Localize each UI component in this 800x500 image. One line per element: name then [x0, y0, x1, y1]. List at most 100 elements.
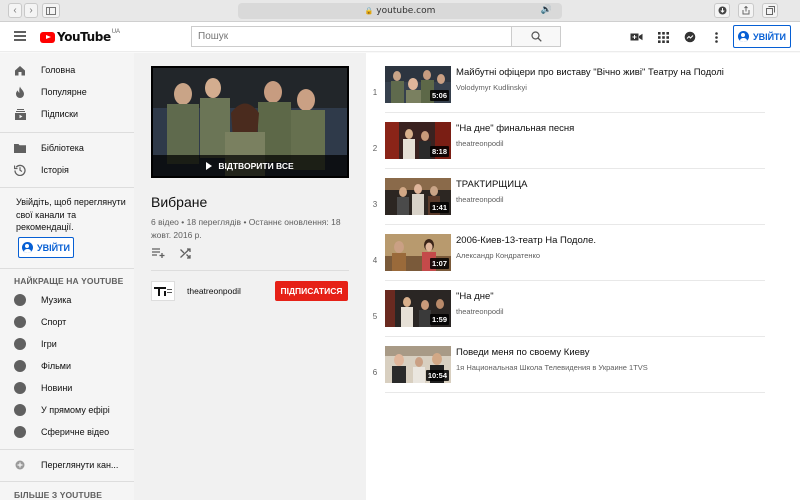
sidebar-item-home[interactable]: Головна — [0, 59, 134, 81]
sidebar-item-label: Новини — [41, 383, 73, 393]
playlist-info-panel: ВІДТВОРИТИ ВСЕ Вибране 6 відео • 18 пере… — [134, 53, 366, 500]
video-thumbnail[interactable]: 10:54 — [385, 346, 451, 383]
video-channel[interactable]: theatreonpodil — [456, 307, 504, 316]
sidebar-item-label: Сферичне відео — [41, 427, 110, 437]
messages-icon[interactable] — [683, 30, 697, 44]
sidebar-item-label: Історія — [41, 165, 69, 175]
sidebar-signin-label: УВІЙТИ — [36, 242, 71, 253]
more-options-icon[interactable] — [709, 30, 723, 44]
music-icon — [14, 294, 26, 306]
playlist-video-row[interactable]: 2 8:18 "На дне" финальная песня theatreo… — [366, 122, 766, 172]
video-thumbnail[interactable]: 1:41 — [385, 178, 451, 215]
speaker-icon[interactable]: 🔊 — [541, 5, 552, 15]
video-title[interactable]: Майбутні офіцери про виставу "Вічно живі… — [456, 67, 766, 78]
row-divider — [385, 112, 765, 113]
address-bar[interactable]: 🔒 youtube.com 🔊 — [238, 3, 562, 19]
search-button[interactable] — [511, 26, 561, 47]
live-icon — [14, 404, 26, 416]
row-divider — [385, 280, 765, 281]
sidebar-item-label: Бібліотека — [41, 143, 84, 153]
channel-name[interactable]: theatreonpodil — [187, 286, 241, 296]
play-icon — [206, 161, 213, 170]
row-divider — [385, 168, 765, 169]
playlist-thumbnail[interactable]: ВІДТВОРИТИ ВСЕ — [151, 66, 349, 178]
sidebar-item-trending[interactable]: Популярне — [0, 81, 134, 103]
sidebar-item-sports[interactable]: Спорт — [0, 311, 134, 333]
sidebar-divider — [0, 481, 134, 482]
sidebar-item-music[interactable]: Музика — [0, 289, 134, 311]
add-to-playlist-icon[interactable] — [151, 247, 165, 259]
sidebar-item-subscriptions[interactable]: Підписки — [0, 103, 134, 125]
forward-button[interactable]: › — [24, 3, 38, 18]
header-signin-label: УВІЙТИ — [752, 31, 787, 42]
video-title[interactable]: ТРАКТИРЩИЦА — [456, 179, 766, 190]
best-of-youtube-heading: НАЙКРАЩЕ НА YOUTUBE — [14, 276, 124, 286]
hamburger-menu-icon[interactable] — [14, 31, 26, 41]
last-updated: Останнє оновлення: 18 жовт. 2016 р. — [151, 217, 341, 240]
playlist-actions — [151, 247, 207, 259]
left-sidebar: Головна Популярне Підписки Бібліотека Іс… — [0, 53, 134, 500]
video-channel[interactable]: Volodymyr Kudlinskyi — [456, 83, 527, 92]
sidebar-item-label: Музика — [41, 295, 72, 305]
library-icon — [14, 142, 26, 154]
video-thumbnail[interactable]: 5:06 — [385, 66, 451, 103]
video-thumbnail[interactable]: 8:18 — [385, 122, 451, 159]
video-title[interactable]: Поведи меня по своему Киеву — [456, 347, 766, 358]
playlist-video-row[interactable]: 1 5:06 Майбутні офіцери про виставу "Віч… — [366, 66, 766, 116]
channel-avatar[interactable] — [151, 281, 175, 301]
video-title[interactable]: "На дне" финальная песня — [456, 123, 766, 134]
apps-grid-icon[interactable] — [656, 30, 670, 44]
sidebar-item-movies[interactable]: Фільми — [0, 355, 134, 377]
sidebar-item-360-video[interactable]: Сферичне відео — [0, 421, 134, 443]
playlist-video-row[interactable]: 6 10:54 Поведи меня по своему Киеву 1я Н… — [366, 346, 766, 396]
browser-toolbar: ‹ › 🔒 youtube.com 🔊 — [0, 0, 800, 22]
youtube-header: YouTube UA УВІЙТИ — [0, 22, 800, 52]
sidebar-item-news[interactable]: Новини — [0, 377, 134, 399]
sidebar-item-live[interactable]: У прямому ефірі — [0, 399, 134, 421]
video-duration: 10:54 — [425, 370, 449, 381]
playlist-video-list: 1 5:06 Майбутні офіцери про виставу "Віч… — [366, 53, 800, 500]
share-button[interactable] — [738, 3, 754, 18]
subscribe-button[interactable]: ПІДПИСАТИСЯ — [275, 281, 348, 301]
sidebar-signin-button[interactable]: УВІЙТИ — [18, 237, 74, 258]
sidebar-item-browse-channels[interactable]: Переглянути кан... — [0, 454, 134, 476]
playlist-title: Вибране — [151, 194, 208, 210]
video-thumbnail[interactable]: 1:07 — [385, 234, 451, 271]
video-title[interactable]: 2006-Киев-13-театр На Подоле. — [456, 235, 766, 246]
tabs-button[interactable] — [762, 3, 778, 18]
create-video-icon[interactable] — [629, 30, 643, 44]
sidebar-divider — [0, 132, 134, 133]
video-channel[interactable]: theatreonpodil — [456, 139, 504, 148]
movies-icon — [14, 360, 26, 372]
sidebar-item-gaming[interactable]: Ігри — [0, 333, 134, 355]
play-all-label: ВІДТВОРИТИ ВСЕ — [218, 160, 294, 171]
sidebar-toggle-icon — [46, 6, 56, 15]
sidebar-divider — [0, 187, 134, 188]
search-input[interactable] — [191, 26, 511, 47]
home-icon — [14, 64, 26, 76]
shuffle-icon[interactable] — [179, 247, 193, 259]
play-all-button[interactable]: ВІДТВОРИТИ ВСЕ — [153, 155, 347, 176]
share-icon — [742, 6, 750, 15]
downloads-button[interactable] — [714, 3, 730, 18]
video-channel[interactable]: theatreonpodil — [456, 195, 504, 204]
back-button[interactable]: ‹ — [8, 3, 22, 18]
sidebar-item-label: Спорт — [41, 317, 67, 327]
playlist-video-row[interactable]: 4 1:07 2006-Киев-13-театр На Подоле. Але… — [366, 234, 766, 284]
channel-logo — [154, 287, 172, 296]
playlist-video-row[interactable]: 5 1:59 "На дне" theatreonpodil — [366, 290, 766, 340]
sidebar-toggle-button[interactable] — [42, 3, 60, 18]
sidebar-item-history[interactable]: Історія — [0, 159, 134, 181]
video-channel[interactable]: 1я Национальная Школа Телевидения в Укра… — [456, 363, 648, 372]
playlist-video-row[interactable]: 3 1:41 ТРАКТИРЩИЦА theatreonpodil — [366, 178, 766, 228]
video-title[interactable]: "На дне" — [456, 291, 766, 302]
address-text: youtube.com — [376, 6, 436, 16]
header-signin-button[interactable]: УВІЙТИ — [733, 25, 791, 48]
sidebar-item-label: Переглянути кан... — [41, 460, 119, 470]
video-channel[interactable]: Александр Кондратенко — [456, 251, 540, 260]
gaming-icon — [14, 338, 26, 350]
sidebar-item-library[interactable]: Бібліотека — [0, 137, 134, 159]
youtube-logo[interactable]: YouTube UA — [40, 29, 120, 44]
video-duration: 8:18 — [429, 146, 449, 157]
video-thumbnail[interactable]: 1:59 — [385, 290, 451, 327]
